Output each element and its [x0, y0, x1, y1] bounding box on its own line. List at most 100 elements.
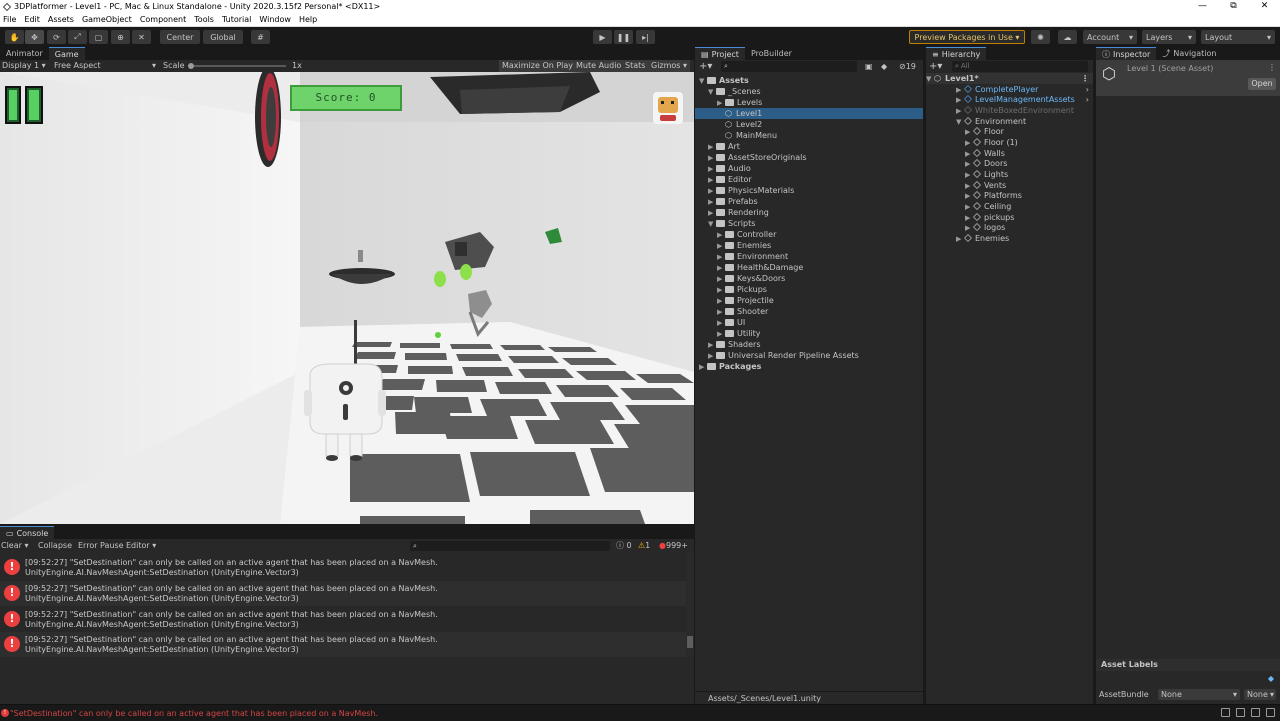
stats-toggle[interactable]: Stats — [622, 60, 649, 72]
scale-tool-button[interactable]: ⤢ — [68, 30, 87, 44]
tree-item-art[interactable]: ▶ Art — [695, 141, 923, 152]
log-entry[interactable]: ! [09:52:27] "SetDestination" can only b… — [0, 632, 686, 657]
hier-item-doors[interactable]: ▶ Doors — [926, 158, 1093, 169]
auto-generate-lighting-icon[interactable] — [1266, 708, 1275, 717]
cache-server-icon[interactable] — [1251, 708, 1260, 717]
tab-inspector[interactable]: ⓘ Inspector — [1096, 47, 1157, 60]
custom-tool-button[interactable]: ✕ — [132, 30, 151, 44]
account-dropdown[interactable]: Account ▾ — [1083, 30, 1137, 44]
hier-item-levelmanagementassets[interactable]: ▶ LevelManagementAssets › — [926, 94, 1093, 105]
rotate-tool-button[interactable]: ⟳ — [47, 30, 66, 44]
tree-item-keys-doors[interactable]: ▶ Keys&Doors — [695, 273, 923, 284]
error-count-toggle[interactable]: ●999+ — [659, 539, 688, 552]
minimize-button[interactable]: — — [1187, 0, 1218, 13]
filter-type-icon[interactable]: ▣ — [865, 60, 873, 73]
close-button[interactable]: ✕ — [1249, 0, 1280, 13]
menu-gameobject[interactable]: GameObject — [82, 15, 132, 24]
log-entry[interactable]: ! [09:52:27] "SetDestination" can only b… — [0, 607, 686, 632]
scale-slider-thumb[interactable] — [188, 63, 194, 69]
more-options-icon[interactable]: ⋮ — [1268, 63, 1276, 72]
layout-dropdown[interactable]: Layout ▾ — [1201, 30, 1275, 44]
create-button[interactable]: +▾ — [929, 60, 942, 73]
tab-project[interactable]: ▤ Project — [695, 47, 745, 60]
step-button[interactable]: ▸| — [636, 30, 655, 44]
asset-bundle-dropdown[interactable]: None ▾ — [1158, 689, 1240, 700]
filter-label-icon[interactable]: ◆ — [881, 60, 887, 73]
hier-item-floor-1[interactable]: ▶ Floor (1) — [926, 137, 1093, 148]
error-pause-toggle[interactable]: Error Pause — [78, 539, 124, 552]
tab-game[interactable]: Game — [48, 47, 85, 60]
gizmos-dropdown[interactable]: Gizmos ▾ — [648, 60, 691, 72]
tree-item-shooter[interactable]: ▶ Shooter — [695, 306, 923, 317]
hand-tool-button[interactable]: ✋ — [5, 30, 24, 44]
tree-item-assets[interactable]: ▼ Assets — [695, 75, 923, 86]
mute-audio-toggle[interactable]: Mute Audio — [573, 60, 625, 72]
cloud-button[interactable]: ☁ — [1058, 30, 1077, 44]
tree-item-editor[interactable]: ▶ Editor — [695, 174, 923, 185]
game-viewport[interactable]: Score: 0 — [0, 72, 694, 524]
tree-item-packages[interactable]: ▶ Packages — [695, 361, 923, 372]
tree-item-pickups[interactable]: ▶ Pickups — [695, 284, 923, 295]
menu-help[interactable]: Help — [299, 15, 317, 24]
tree-item-rendering[interactable]: ▶ Rendering — [695, 207, 923, 218]
play-button[interactable]: ▶ — [593, 30, 612, 44]
tab-console[interactable]: ▭ Console — [0, 526, 55, 539]
more-options-icon[interactable]: ⋮ — [1081, 73, 1089, 84]
menu-tools[interactable]: Tools — [194, 15, 214, 24]
menu-file[interactable]: File — [3, 15, 16, 24]
editor-dropdown[interactable]: Editor ▾ — [126, 539, 156, 552]
tree-item-ui[interactable]: ▶ UI — [695, 317, 923, 328]
maximize-on-play-toggle[interactable]: Maximize On Play — [499, 60, 577, 72]
log-entry[interactable]: ! [09:52:27] "SetDestination" can only b… — [0, 581, 686, 606]
tree-item-utility[interactable]: ▶ Utility — [695, 328, 923, 339]
project-search-input[interactable]: ⌕ — [721, 61, 857, 72]
scale-slider[interactable] — [190, 65, 286, 67]
hier-item-lights[interactable]: ▶ Lights — [926, 169, 1093, 180]
tree-item-physicsmaterials[interactable]: ▶ PhysicsMaterials — [695, 185, 923, 196]
tree-item-enemies[interactable]: ▶ Enemies — [695, 240, 923, 251]
status-bar[interactable]: ! "SetDestination" can only be called on… — [0, 704, 1280, 721]
hierarchy-search-input[interactable]: ⌕ All — [952, 61, 1088, 72]
bug-icon[interactable] — [1221, 708, 1230, 717]
log-entry[interactable]: ! [09:52:27] "SetDestination" can only b… — [0, 555, 686, 580]
collapse-toggle[interactable]: Collapse — [38, 539, 72, 552]
menu-tutorial[interactable]: Tutorial — [222, 15, 251, 24]
tree-item-prefabs[interactable]: ▶ Prefabs — [695, 196, 923, 207]
tree-item-controller[interactable]: ▶ Controller — [695, 229, 923, 240]
asset-bundle-variant-dropdown[interactable]: None ▾ — [1244, 689, 1276, 700]
maximize-button[interactable]: ⧉ — [1218, 0, 1249, 13]
console-scrollbar[interactable] — [686, 552, 694, 656]
tree-item-level1[interactable]: ⬡ Level1 — [695, 108, 923, 119]
transform-tool-button[interactable]: ⊕ — [111, 30, 130, 44]
hier-item-platforms[interactable]: ▶ Platforms — [926, 190, 1093, 201]
tree-item-audio[interactable]: ▶ Audio — [695, 163, 923, 174]
tab-probuilder[interactable]: ProBuilder — [745, 47, 798, 60]
display-dropdown[interactable]: Display 1 ▾ — [2, 60, 46, 72]
tree-item-assetstoreoriginals[interactable]: ▶ AssetStoreOriginals — [695, 152, 923, 163]
hier-item-logos[interactable]: ▶ logos — [926, 222, 1093, 233]
tab-navigation[interactable]: ⤴ Navigation — [1156, 47, 1222, 60]
menu-window[interactable]: Window — [259, 15, 291, 24]
pivot-toggle[interactable]: Center — [160, 30, 200, 44]
hier-item-floor[interactable]: ▶ Floor — [926, 126, 1093, 137]
tab-hierarchy[interactable]: ≡ Hierarchy — [926, 47, 987, 60]
hidden-packages-icon[interactable]: ⊘19 — [899, 60, 916, 73]
rect-tool-button[interactable]: ▢ — [89, 30, 108, 44]
menu-edit[interactable]: Edit — [24, 15, 40, 24]
tree-item-scenes[interactable]: ▼ _Scenes — [695, 86, 923, 97]
preview-packages-dropdown[interactable]: Preview Packages in Use ▾ — [909, 30, 1025, 44]
layers-dropdown[interactable]: Layers ▾ — [1142, 30, 1196, 44]
console-search-input[interactable]: ⌕ — [410, 541, 610, 551]
hier-item-whiteboxedenvironment[interactable]: ▶ WhiteBoxedEnvironment — [926, 105, 1093, 116]
aspect-dropdown[interactable]: Free Aspect ▾ — [54, 60, 158, 72]
label-tag-icon[interactable]: ◆ — [1268, 674, 1274, 683]
create-button[interactable]: +▾ — [699, 60, 712, 73]
menu-component[interactable]: Component — [140, 15, 186, 24]
tree-item-environment[interactable]: ▶ Environment — [695, 251, 923, 262]
tree-item-projectile[interactable]: ▶ Projectile — [695, 295, 923, 306]
tree-item-levels[interactable]: ▶ Levels — [695, 97, 923, 108]
chevron-right-icon[interactable]: › — [1086, 94, 1089, 105]
tree-item-urp-assets[interactable]: ▶ Universal Render Pipeline Assets — [695, 350, 923, 361]
tree-item-health-damage[interactable]: ▶ Health&Damage — [695, 262, 923, 273]
open-button[interactable]: Open — [1248, 78, 1276, 90]
